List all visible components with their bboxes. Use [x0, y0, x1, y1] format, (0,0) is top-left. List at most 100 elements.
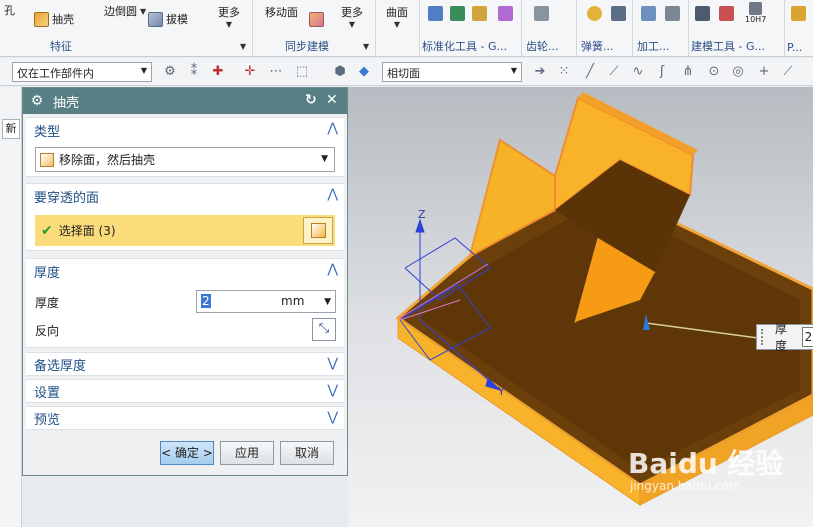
feature-group-label: 特征: [50, 40, 72, 53]
gear-icon[interactable]: ⚙: [29, 93, 45, 109]
snap-2-icon[interactable]: ⁑: [186, 64, 202, 80]
settings-title: 设置: [34, 385, 61, 401]
scope-filter-combo[interactable]: 仅在工作部件内 ▼: [12, 62, 152, 82]
drag-grip-icon[interactable]: [761, 329, 767, 345]
modeling-tool-2-icon[interactable]: [719, 6, 734, 21]
resource-tab[interactable]: 新: [2, 119, 20, 139]
machining-icon[interactable]: [641, 6, 656, 21]
shell-type-select[interactable]: 移除面，然后抽壳 ▼: [35, 147, 335, 172]
spring-label[interactable]: 弹簧...: [581, 38, 614, 54]
thickness-section-header[interactable]: 厚度 ⋀: [26, 259, 344, 283]
preview-section[interactable]: 预览 ⋁: [26, 406, 344, 430]
shell-button[interactable]: 抽壳: [34, 11, 74, 27]
spring-icon[interactable]: [587, 6, 602, 21]
modeling-tools-label[interactable]: 建模工具 - G...: [691, 38, 765, 54]
more-tools-label[interactable]: P...: [787, 41, 802, 54]
draft-button[interactable]: 拔模: [148, 11, 188, 27]
chevron-down-icon[interactable]: ⋁: [327, 410, 338, 425]
std-tool-2-icon[interactable]: [450, 6, 465, 21]
pierce-faces-header[interactable]: 要穿透的面 ⋀: [26, 184, 344, 208]
cancel-button[interactable]: 取消: [280, 441, 334, 465]
select-faces-row[interactable]: ✔ 选择面 (3): [35, 215, 335, 246]
sync-more-button[interactable]: 更多 ▼: [341, 4, 363, 29]
shell-label: 抽壳: [52, 13, 74, 26]
point-cloud-icon[interactable]: ⁙: [556, 64, 572, 80]
thickness-onscreen-value[interactable]: 2: [801, 327, 813, 347]
graphics-viewport[interactable]: Z Y 厚度 2 Baidu 经验 jingyan.baidu.com: [348, 87, 813, 527]
snap-5-icon[interactable]: ⋯: [268, 64, 284, 80]
std-tool-3-icon[interactable]: [472, 6, 487, 21]
dialog-titlebar[interactable]: ⚙ 抽壳 ↻ ✕: [23, 88, 347, 114]
cube-icon: [311, 223, 326, 238]
machining-label[interactable]: 加工...: [637, 38, 670, 54]
tolerance-icon: [749, 2, 763, 15]
sync-group-label: 同步建模: [285, 40, 329, 53]
circle-quadrant-icon[interactable]: ◎: [730, 64, 746, 80]
chevron-down-icon[interactable]: ▼: [324, 297, 331, 307]
curve-icon[interactable]: ∿: [630, 64, 646, 80]
move-face-button[interactable]: 移动面: [265, 4, 298, 20]
snap-4-icon[interactable]: ✛: [242, 64, 258, 80]
snap-3-icon[interactable]: ✚: [210, 64, 226, 80]
more-tools-icon[interactable]: [791, 6, 806, 21]
resource-bar: 新: [0, 87, 22, 527]
thickness-onscreen-input[interactable]: 厚度 2: [756, 322, 813, 353]
face-select-button[interactable]: [303, 217, 333, 244]
hole-button[interactable]: 孔: [4, 2, 15, 18]
thickness-label: 厚度: [35, 296, 60, 310]
ok-button[interactable]: < 确定 >: [160, 441, 214, 465]
type-section-header[interactable]: 类型 ⋀: [26, 118, 344, 142]
group-expand-icon[interactable]: ▼: [240, 42, 246, 51]
shell-dialog: ⚙ 抽壳 ↻ ✕ 类型 ⋀ 移除面，然后抽壳 ▼ 要穿透的面 ⋀ ✔ 选择面 (…: [22, 87, 348, 476]
chevron-up-icon[interactable]: ⋀: [327, 187, 338, 202]
arrow-right-icon[interactable]: ➔: [532, 64, 548, 80]
more-label: 更多: [218, 6, 240, 19]
feature-more-button[interactable]: 更多 ▼: [218, 4, 240, 29]
line-2-icon[interactable]: ⟋: [606, 64, 622, 80]
chevron-down-icon[interactable]: ⋁: [327, 383, 338, 398]
chevron-up-icon[interactable]: ⋀: [327, 262, 338, 277]
plus-icon[interactable]: +: [756, 64, 772, 80]
reset-icon[interactable]: ↻: [305, 92, 317, 108]
modeling-tool-1-icon[interactable]: [695, 6, 710, 21]
gear-icon[interactable]: [534, 6, 549, 21]
std-tool-1-icon[interactable]: [428, 6, 443, 21]
std-tools-label[interactable]: 标准化工具 - G...: [422, 38, 507, 54]
close-icon[interactable]: ✕: [326, 92, 338, 108]
snap-1-icon[interactable]: ⚙: [162, 64, 178, 80]
dialog-title: 抽壳: [53, 95, 80, 111]
intersect-icon[interactable]: ⋔: [680, 64, 696, 80]
view-2-icon[interactable]: ◆: [356, 64, 372, 80]
std-tool-4-icon[interactable]: [498, 6, 513, 21]
spring-2-icon[interactable]: [611, 6, 626, 21]
machining-2-icon[interactable]: [665, 6, 680, 21]
ribbon-group-sync: 移动面 更多 ▼ 同步建模 ▼: [253, 0, 376, 57]
apply-button[interactable]: 应用: [220, 441, 274, 465]
ribbon-group-modeling-tools: 10H7 建模工具 - G...: [689, 0, 785, 57]
line-icon[interactable]: ╱: [582, 64, 598, 80]
view-1-icon[interactable]: ⬢: [332, 64, 348, 80]
reverse-arrows-icon: ⤡: [318, 321, 330, 336]
ribbon: 孔 抽壳 边倒圆 ▼ 拔模 更多 ▼ 特征 ▼ 移动面 更多 ▼ 同步建模 ▼: [0, 0, 813, 57]
tolerance-button[interactable]: 10H7: [745, 2, 766, 24]
alt-thickness-section[interactable]: 备选厚度 ⋁: [26, 352, 344, 376]
reverse-direction-button[interactable]: ⤡: [312, 318, 336, 341]
chevron-up-icon[interactable]: ⋀: [327, 121, 338, 136]
edge-blend-label: 边倒圆: [104, 5, 137, 18]
surface-button[interactable]: 曲面 ▼: [386, 4, 408, 29]
tolerance-label: 10H7: [745, 15, 767, 24]
spline-icon[interactable]: ʃ: [654, 64, 670, 80]
axis-z-label: Z: [418, 208, 426, 221]
edge-blend-button[interactable]: 边倒圆 ▼: [104, 3, 146, 19]
settings-section[interactable]: 设置 ⋁: [26, 379, 344, 403]
thickness-section-title: 厚度: [34, 265, 61, 281]
thickness-input[interactable]: 2 mm ▼: [196, 290, 336, 313]
circle-center-icon[interactable]: ⊙: [706, 64, 722, 80]
face-rule-combo[interactable]: 相切面 ▼: [382, 62, 522, 82]
thickness-value[interactable]: 2: [201, 294, 211, 308]
gear-label[interactable]: 齿轮...: [526, 38, 559, 54]
group-expand-icon[interactable]: ▼: [363, 42, 369, 51]
chevron-down-icon[interactable]: ⋁: [327, 356, 338, 371]
slash-icon[interactable]: ⟋: [780, 64, 796, 80]
select-box-icon[interactable]: ⬚: [294, 64, 310, 80]
